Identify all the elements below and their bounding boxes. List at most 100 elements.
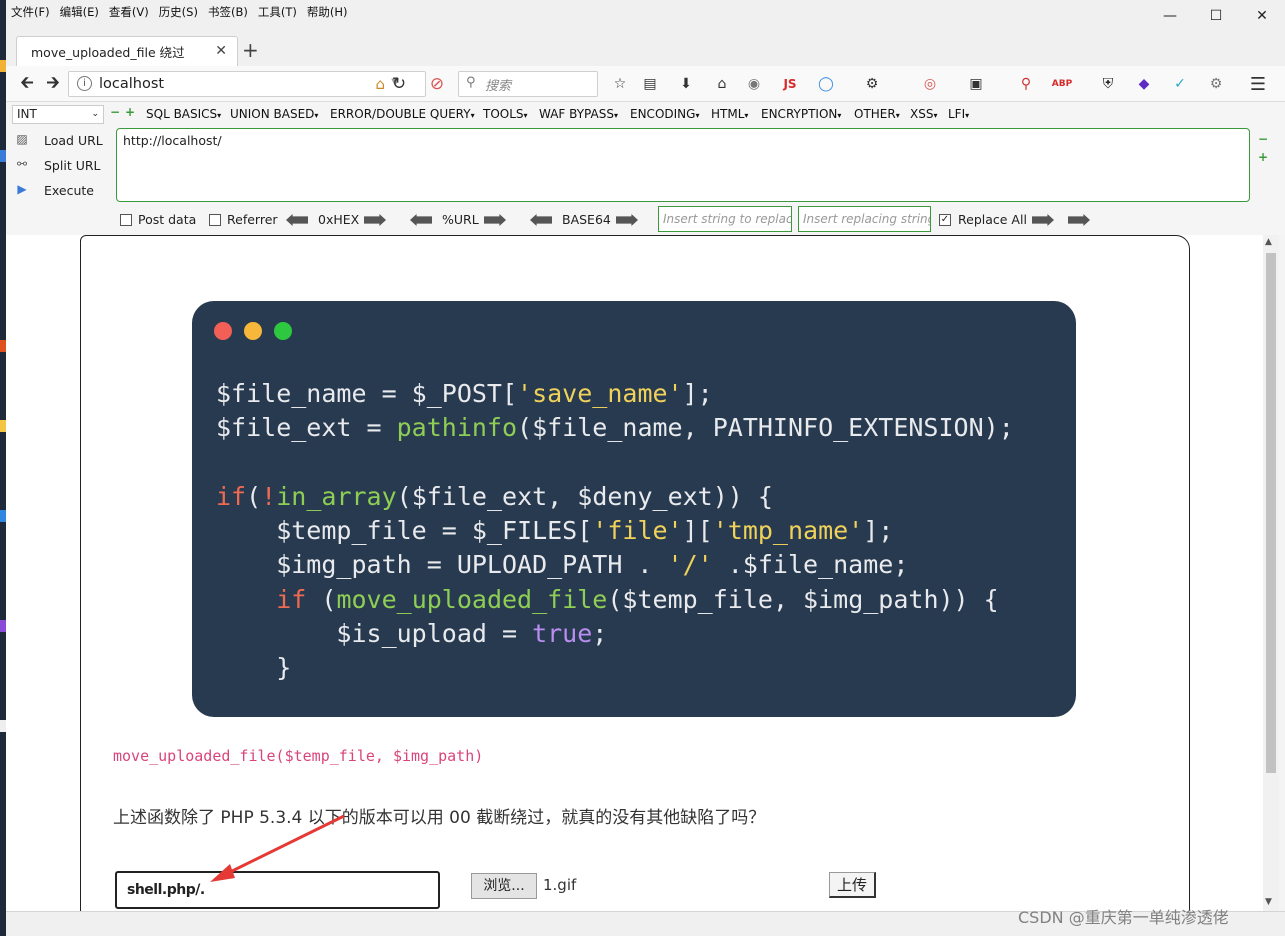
hackbar-menu-label: TOOLS	[483, 107, 524, 121]
hackbar-menu-item[interactable]: ENCODING▾	[630, 107, 699, 121]
reading-list-icon[interactable]: ▤	[640, 74, 660, 94]
diamond-icon[interactable]: ◆	[1134, 74, 1154, 94]
reload-button[interactable]: ↻	[388, 73, 410, 95]
forward-button[interactable]: 🡲	[42, 73, 64, 95]
load-url-button[interactable]: ▨ Load URL	[14, 132, 102, 148]
split-url-button[interactable]: ⚯ Split URL	[14, 157, 101, 173]
referrer-checkbox[interactable]	[209, 214, 221, 226]
menu-item[interactable]: 文件(F)	[6, 4, 55, 20]
back-button[interactable]: 🡰	[16, 73, 38, 95]
menu-item[interactable]: 查看(V)	[104, 4, 154, 20]
url-encode-icon[interactable]	[484, 214, 506, 226]
code-token: ][	[682, 516, 713, 546]
code-token: 'save_name'	[517, 379, 683, 408]
hackbar-menu-item[interactable]: HTML▾	[711, 107, 748, 121]
base64-label: BASE64	[562, 212, 611, 227]
menu-item[interactable]: 历史(S)	[154, 4, 203, 20]
code-line: }	[216, 651, 1014, 685]
url-bar[interactable]: i localhost ⌂ ▼	[68, 71, 426, 97]
hackbar-menu-item[interactable]: ENCRYPTION▾	[761, 107, 841, 121]
hackbar-menu-item[interactable]: UNION BASED▾	[230, 107, 318, 121]
noscript-icon[interactable]: ⊘	[426, 73, 448, 95]
close-tab-icon[interactable]: ✕	[215, 43, 227, 59]
hackbar-menu-label: ENCODING	[630, 107, 696, 121]
tab-active[interactable]: move_uploaded_file 绕过 ✕	[16, 36, 238, 66]
insert-string-placeholder: Insert string to replace	[663, 212, 792, 226]
page-content: $file_name = $_POST['save_name']; $file_e…	[6, 235, 1263, 911]
plus-icon[interactable]: +	[125, 105, 135, 119]
base64-decode-icon[interactable]	[530, 214, 552, 226]
home-button-icon[interactable]: ⌂	[712, 74, 732, 94]
base64-encode-icon[interactable]	[616, 214, 638, 226]
menu-item[interactable]: 帮助(H)	[302, 4, 353, 20]
javascript-toggle-icon[interactable]: JS	[780, 74, 800, 94]
info-icon[interactable]: i	[77, 76, 92, 91]
post-data-checkbox[interactable]	[120, 214, 132, 226]
question-text: 上述函数除了 PHP 5.3.4 以下的版本可以用 00 截断绕过，就真的没有其…	[113, 808, 766, 828]
caret-down-icon: ▾	[965, 111, 970, 120]
new-tab-button[interactable]: +	[242, 38, 259, 62]
hackbar-menu-label: OTHER	[854, 107, 896, 121]
proxy-icon[interactable]: ◯	[816, 74, 836, 94]
hex-encode-icon[interactable]	[364, 214, 386, 226]
hackbar-menu-label: ERROR/DOUBLE QUERY	[330, 107, 471, 121]
replacing-string-placeholder: Insert replacing string	[803, 212, 931, 226]
split-url-icon: ⚯	[16, 157, 28, 171]
hex-decode-icon[interactable]	[286, 214, 308, 226]
hackbar-menu-item[interactable]: ERROR/DOUBLE QUERY▾	[330, 107, 475, 121]
palette-icon[interactable]: ⚙	[862, 74, 882, 94]
gear-icon[interactable]: ⚙	[1206, 74, 1226, 94]
code-token: move_uploaded_file	[336, 584, 608, 614]
hackbar-menu-item[interactable]: OTHER▾	[854, 107, 900, 121]
vertical-scrollbar[interactable]: ▲ ▼	[1263, 235, 1279, 911]
hackbar-menu-label: ENCRYPTION	[761, 107, 838, 121]
hackbar-menu-item[interactable]: WAF BYPASS▾	[539, 107, 618, 121]
hackbar-menu-item[interactable]: LFI▾	[948, 107, 969, 121]
shield-icon[interactable]: ⛨	[1098, 74, 1118, 94]
browse-button[interactable]: 浏览...	[471, 873, 537, 899]
hackbar-menu-item[interactable]: SQL BASICS▾	[146, 107, 221, 121]
expand-icon[interactable]: +	[1258, 150, 1268, 164]
scroll-down-icon[interactable]: ▼	[1265, 897, 1272, 907]
hackbar: INT ⌄ − + SQL BASICS▾ UNION BASED▾ ERROR/D…	[6, 102, 1285, 235]
user-agent-icon[interactable]: ◉	[744, 74, 764, 94]
replace-all-checkbox[interactable]: ✓	[939, 214, 951, 226]
hackbar-menu-item[interactable]: TOOLS▾	[483, 107, 528, 121]
page-tools-icon[interactable]: ▣	[966, 74, 986, 94]
bookmark-star-icon[interactable]: ☆	[610, 74, 630, 94]
home-icon[interactable]: ⌂	[375, 75, 385, 93]
hamburger-menu-icon[interactable]: ☰	[1248, 74, 1268, 95]
hackbar-icon[interactable]: ◎	[920, 74, 940, 94]
hackbar-select[interactable]: INT ⌄	[12, 105, 104, 124]
search-input[interactable]: ⚲ 搜索	[458, 71, 598, 97]
code-token: ;	[592, 619, 608, 649]
save-name-input[interactable]: shell.php/.	[115, 871, 440, 909]
execute-button[interactable]: ▶ Execute	[14, 182, 94, 198]
code-token: if	[216, 481, 247, 511]
replace-forward-icon[interactable]	[1032, 214, 1054, 226]
hackbar-url-textarea[interactable]: http://localhost/	[116, 128, 1250, 202]
scroll-up-icon[interactable]: ▲	[1265, 237, 1272, 247]
code-block: $file_name = $_POST['save_name']; $file_e…	[216, 377, 1014, 686]
replacing-string-input[interactable]: Insert replacing string	[798, 206, 931, 232]
caret-down-icon: ▾	[613, 111, 618, 120]
search-zoom-icon[interactable]: ⚲	[1016, 74, 1036, 94]
scrollbar-thumb[interactable]	[1266, 253, 1276, 773]
download-icon[interactable]: ⬇	[676, 74, 696, 94]
insert-string-input[interactable]: Insert string to replace	[658, 206, 792, 232]
url-decode-icon[interactable]	[410, 214, 432, 226]
caret-down-icon: ▾	[837, 111, 842, 120]
menu-item[interactable]: 书签(B)	[203, 4, 253, 20]
menu-item[interactable]: 编辑(E)	[55, 4, 104, 20]
shrink-icon[interactable]: −	[1258, 132, 1268, 146]
code-token: in_array	[276, 481, 397, 511]
menu-item[interactable]: 工具(T)	[253, 4, 302, 20]
replace-backward-icon[interactable]	[1068, 214, 1090, 226]
adblock-icon[interactable]: ABP	[1052, 74, 1072, 94]
code-token: (	[306, 584, 337, 614]
upload-button[interactable]: 上传	[829, 872, 876, 898]
hackbar-menu-item[interactable]: XSS▾	[910, 107, 937, 121]
wappalyzer-icon[interactable]: ✓	[1170, 74, 1190, 94]
minus-icon[interactable]: −	[110, 105, 120, 119]
code-line: if (move_uploaded_file($temp_file, $img_…	[216, 583, 1014, 617]
